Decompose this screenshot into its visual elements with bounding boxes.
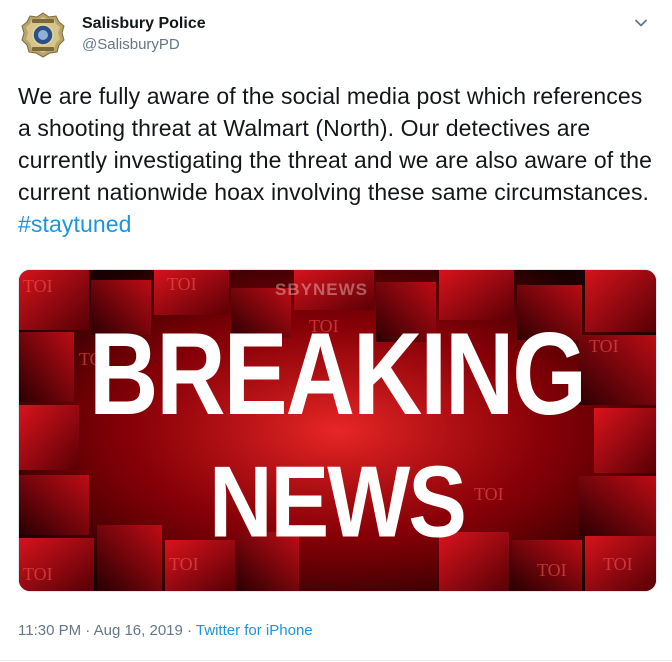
avatar[interactable] [18,10,68,60]
block-label: TOI [537,560,567,580]
tweet-text: We are fully aware of the social media p… [18,80,658,240]
author-handle[interactable]: @SalisburyPD [82,35,206,55]
block-label: TOI [474,484,504,504]
tweet-time[interactable]: 11:30 PM [18,622,81,639]
chevron-down-icon[interactable] [632,14,650,32]
block-label: TOI [23,564,53,584]
tweet-date[interactable]: Aug 16, 2019 [94,622,183,639]
breaking-news-image: TOI TOI TOI TOI TOI TOI TOI TOI TOI TOI … [19,270,656,591]
tweet-meta: 11:30 PM · Aug 16, 2019 · Twitter for iP… [18,622,313,639]
block-label: TOI [603,554,633,574]
block-label: TOI [167,274,197,294]
author-display-name[interactable]: Salisbury Police [82,14,206,34]
tweet-author: Salisbury Police @SalisburyPD [82,14,206,55]
tweet-source-link[interactable]: Twitter for iPhone [196,622,313,639]
block-label: TOI [23,276,53,296]
hashtag-link[interactable]: #staytuned [18,211,132,237]
tweet-card: Salisbury Police @SalisburyPD We are ful… [0,0,672,662]
headline-news: NEWS [209,446,465,559]
block-label: TOI [589,336,619,356]
headline-breaking: BREAKING [89,308,585,439]
block-label: TOI [169,554,199,574]
watermark: SBYNEWS [275,280,368,299]
police-badge-icon [21,12,65,58]
divider [0,660,672,661]
tweet-body: We are fully aware of the social media p… [18,83,653,205]
media-image[interactable]: TOI TOI TOI TOI TOI TOI TOI TOI TOI TOI … [18,269,657,592]
